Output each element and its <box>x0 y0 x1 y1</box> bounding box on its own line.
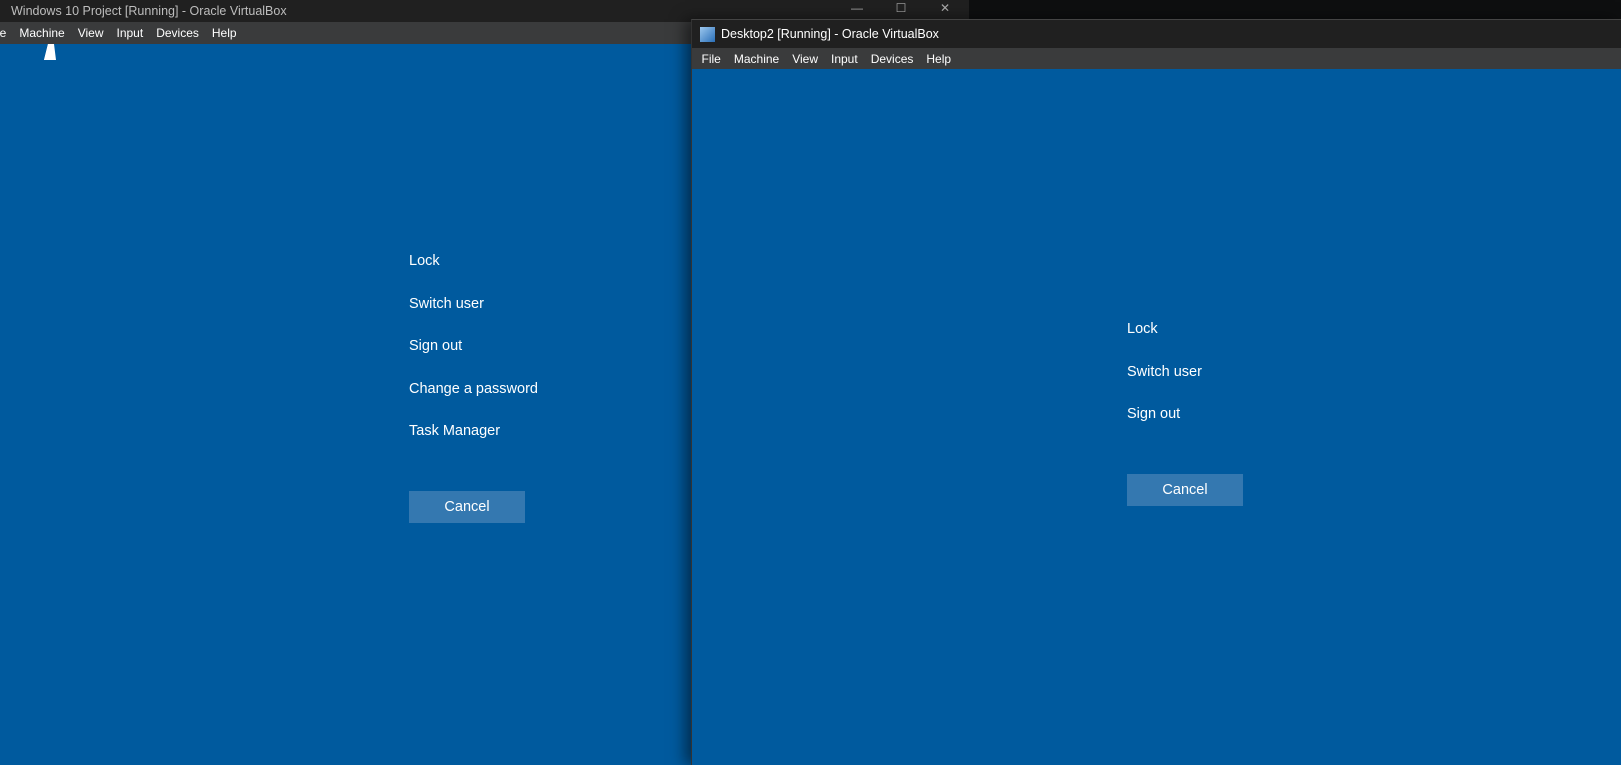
option-task-manager[interactable]: Task Manager <box>409 423 500 439</box>
menu-file[interactable]: le <box>0 26 13 40</box>
cancel-button[interactable]: Cancel <box>409 491 525 523</box>
option-sign-out[interactable]: Sign out <box>1127 406 1180 422</box>
menu-bar: File Machine View Input Devices Help <box>692 48 1621 69</box>
menu-help[interactable]: Help <box>920 52 958 66</box>
window-title: Desktop2 [Running] - Oracle VirtualBox <box>721 27 939 41</box>
window-title: Windows 10 Project [Running] - Oracle Vi… <box>11 4 287 18</box>
maximize-button[interactable]: ☐ <box>879 0 923 16</box>
option-switch-user[interactable]: Switch user <box>409 296 484 312</box>
option-change-password[interactable]: Change a password <box>409 381 538 397</box>
menu-devices[interactable]: Devices <box>864 52 920 66</box>
minimize-button[interactable]: — <box>835 0 879 16</box>
close-button[interactable]: ✕ <box>923 0 967 16</box>
menu-machine[interactable]: Machine <box>727 52 785 66</box>
window-desktop2: Desktop2 [Running] - Oracle VirtualBox F… <box>691 19 1621 765</box>
menu-input[interactable]: Input <box>110 26 150 40</box>
cancel-button[interactable]: Cancel <box>1127 474 1243 506</box>
menu-view[interactable]: View <box>786 52 825 66</box>
menu-devices[interactable]: Devices <box>150 26 206 40</box>
option-lock[interactable]: Lock <box>409 253 440 269</box>
menu-input[interactable]: Input <box>825 52 865 66</box>
menu-view[interactable]: View <box>71 26 110 40</box>
option-lock[interactable]: Lock <box>1127 321 1158 337</box>
menu-machine[interactable]: Machine <box>13 26 71 40</box>
menu-help[interactable]: Help <box>205 26 243 40</box>
title-bar[interactable]: Desktop2 [Running] - Oracle VirtualBox <box>692 20 1621 48</box>
menu-file[interactable]: File <box>695 52 727 66</box>
option-sign-out[interactable]: Sign out <box>409 338 462 354</box>
option-switch-user[interactable]: Switch user <box>1127 364 1202 380</box>
vm-screen[interactable]: Lock Switch user Sign out Cancel <box>692 69 1621 765</box>
virtualbox-icon <box>700 26 715 42</box>
